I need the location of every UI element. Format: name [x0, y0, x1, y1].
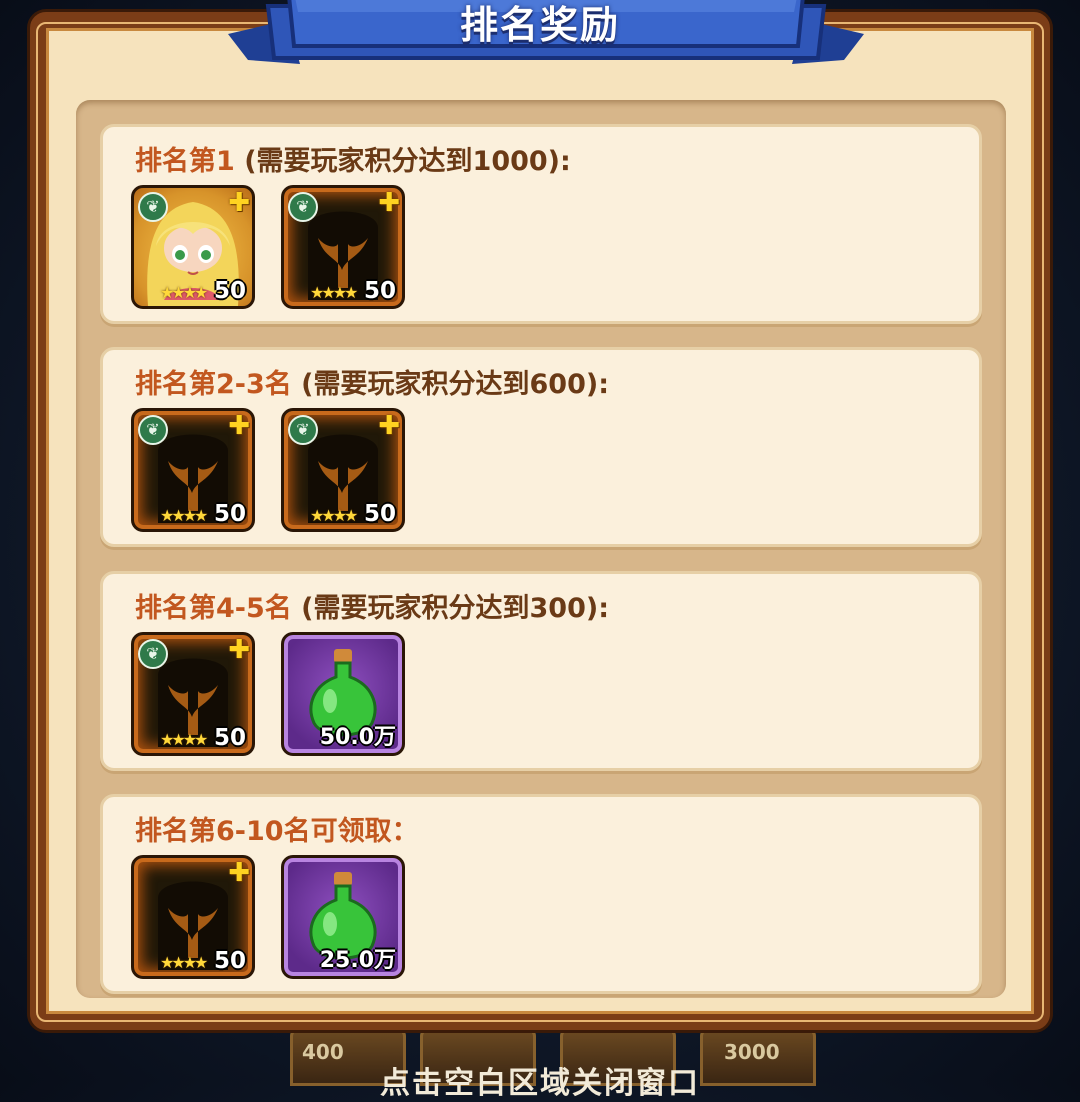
item-level: 50: [213, 501, 246, 527]
tier-rank-label: 排名第4-5名: [135, 593, 292, 624]
item-level: 50: [363, 278, 396, 304]
tier-title: 排名第2-3名 (需要玩家积分达到600):: [135, 362, 609, 401]
puzzle-fragment-icon: ✚: [228, 411, 250, 441]
tier-title: 排名第6-10名可领取：: [135, 809, 419, 848]
star-rating: ★★★★: [160, 730, 208, 749]
reward-item-potion[interactable]: 50.0万: [281, 632, 405, 756]
tier-rank-label: 排名第2-3名: [135, 369, 292, 400]
reward-tier-row: 排名第6-10名可领取： ✚ ★★★★ 50 25.0万: [100, 794, 982, 994]
reward-item-fragment[interactable]: ❦ ✚ ★★★★ 50: [131, 632, 255, 756]
element-badge-icon: ❦: [138, 415, 168, 445]
tier-rank-label: 排名第1: [135, 146, 235, 177]
puzzle-fragment-icon: ✚: [378, 188, 400, 218]
reward-tier-row: 排名第2-3名 (需要玩家积分达到600): ❦ ✚ ★★★★ 50 ❦ ✚ ★★★★ 50: [100, 347, 982, 547]
tier-rank-label: 排名第6-10名可领取：: [135, 816, 419, 847]
element-badge-icon: ❦: [138, 639, 168, 669]
reward-tier-row: 排名第4-5名 (需要玩家积分达到300): ❦ ✚ ★★★★ 50 50.0万: [100, 571, 982, 771]
star-rating: ★★★★: [160, 953, 208, 972]
tier-title: 排名第1 (需要玩家积分达到1000):: [135, 139, 571, 178]
reward-item-fragment[interactable]: ❦ ✚ ★★★★ 50: [281, 408, 405, 532]
item-level: 50: [363, 501, 396, 527]
item-amount: 50.0万: [319, 725, 396, 750]
reward-item-hero[interactable]: ❦ ✚ ★★★★ 50: [131, 185, 255, 309]
tier-condition: (需要玩家积分达到600):: [291, 369, 610, 400]
item-amount: 25.0万: [319, 948, 396, 973]
reward-tier-row: 排名第1 (需要玩家积分达到1000): ❦ ✚ ★★★★ 50 ❦ ✚ ★★★★ 50: [100, 124, 982, 324]
tier-condition: (需要玩家积分达到300):: [291, 593, 610, 624]
element-badge-icon: ❦: [288, 415, 318, 445]
tier-title: 排名第4-5名 (需要玩家积分达到300):: [135, 586, 609, 625]
star-rating: ★★★★: [310, 283, 358, 302]
item-level: 50: [213, 278, 246, 304]
item-level: 50: [213, 948, 246, 974]
star-rating: ★★★★: [310, 506, 358, 525]
element-badge-icon: ❦: [138, 192, 168, 222]
item-level: 50: [213, 725, 246, 751]
star-rating: ★★★★: [160, 283, 208, 302]
star-rating: ★★★★: [160, 506, 208, 525]
puzzle-fragment-icon: ✚: [228, 858, 250, 888]
element-badge-icon: ❦: [288, 192, 318, 222]
reward-item-fragment[interactable]: ❦ ✚ ★★★★ 50: [131, 408, 255, 532]
puzzle-fragment-icon: ✚: [378, 411, 400, 441]
reward-item-potion[interactable]: 25.0万: [281, 855, 405, 979]
puzzle-fragment-icon: ✚: [228, 635, 250, 665]
reward-item-fragment[interactable]: ✚ ★★★★ 50: [131, 855, 255, 979]
close-hint[interactable]: 点击空白区域关闭窗口: [0, 1058, 1080, 1102]
tier-condition: (需要玩家积分达到1000):: [234, 146, 571, 177]
puzzle-fragment-icon: ✚: [228, 188, 250, 218]
panel-title: 排名奖励: [459, 3, 620, 47]
reward-item-fragment[interactable]: ❦ ✚ ★★★★ 50: [281, 185, 405, 309]
